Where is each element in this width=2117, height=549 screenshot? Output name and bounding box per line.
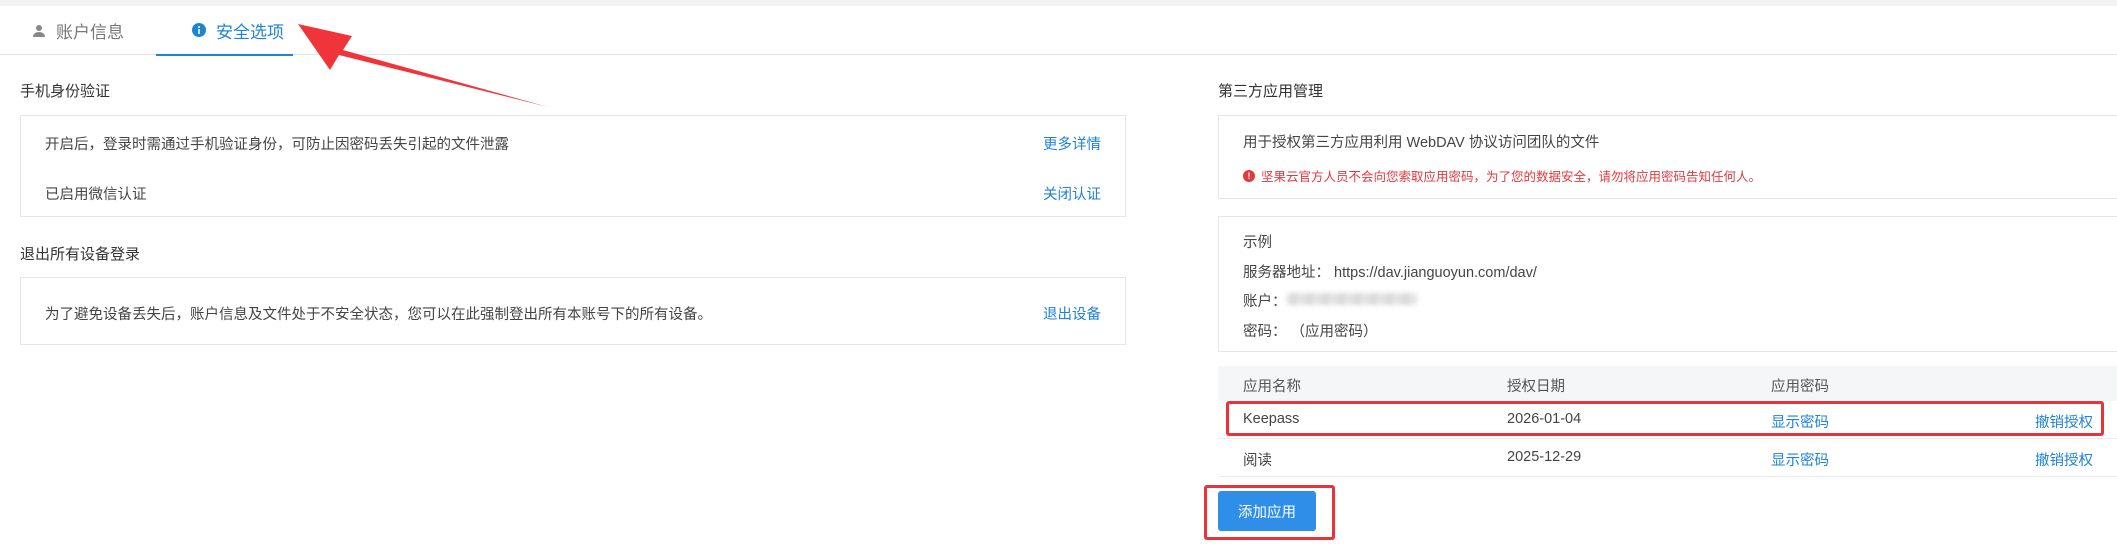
- server-address-label: 服务器地址：: [1243, 265, 1330, 281]
- column-app-password: 应用密码: [1771, 379, 1829, 395]
- phone-auth-description: 开启后，登录时需通过手机验证身份，可防止因密码丢失引起的文件泄露: [45, 137, 509, 153]
- security-warning-text: 坚果云官方人员不会向您索取应用密码，为了您的数据安全，请勿将应用密码告知任何人。: [1261, 170, 1762, 184]
- logout-devices-title: 退出所有设备登录: [20, 246, 141, 263]
- user-icon: [32, 24, 46, 38]
- example-heading: 示例: [1243, 235, 1272, 251]
- tab-account-label: 账户信息: [56, 23, 124, 42]
- close-auth-link[interactable]: 关闭认证: [1043, 183, 1101, 204]
- logout-devices-description: 为了避免设备丢失后，账户信息及文件处于不安全状态，您可以在此强制登出所有本账号下…: [45, 307, 712, 323]
- add-app-button[interactable]: 添加应用: [1218, 491, 1316, 531]
- revoke-auth-link[interactable]: 撤销授权: [2035, 411, 2093, 432]
- show-password-link[interactable]: 显示密码: [1771, 449, 1829, 470]
- warning-icon: !: [1243, 169, 1255, 182]
- third-party-title: 第三方应用管理: [1218, 83, 1324, 100]
- revoke-auth-link[interactable]: 撤销授权: [2035, 449, 2093, 470]
- info-icon: [192, 23, 206, 37]
- security-warning: ! 坚果云官方人员不会向您索取应用密码，为了您的数据安全，请勿将应用密码告知任何…: [1243, 166, 1761, 185]
- server-address-row: 服务器地址： https://dav.jianguoyun.com/dav/: [1243, 261, 1537, 282]
- column-auth-date: 授权日期: [1507, 379, 1565, 395]
- server-address-value: https://dav.jianguoyun.com/dav/: [1334, 265, 1537, 281]
- apps-table-header: 应用名称 授权日期 应用密码: [1218, 366, 2117, 401]
- auth-date: 2026-01-04: [1507, 411, 1582, 427]
- phone-auth-panel: 开启后，登录时需通过手机验证身份，可防止因密码丢失引起的文件泄露 更多详情 已启…: [20, 115, 1126, 217]
- tab-security-label: 安全选项: [216, 22, 284, 42]
- tab-account-info[interactable]: 账户信息: [32, 6, 124, 55]
- table-row: Keepass 2026-01-04 显示密码 撤销授权: [1218, 401, 2117, 439]
- phone-auth-title: 手机身份验证: [20, 83, 111, 100]
- tab-security-options[interactable]: 安全选项: [156, 6, 293, 56]
- more-details-link[interactable]: 更多详情: [1043, 133, 1101, 154]
- app-name: 阅读: [1243, 453, 1272, 469]
- phone-auth-status: 已启用微信认证: [45, 187, 147, 203]
- third-party-description: 用于授权第三方应用利用 WebDAV 协议访问团队的文件: [1243, 135, 1600, 151]
- account-value-redacted: [1287, 293, 1417, 305]
- app-name: Keepass: [1243, 411, 1300, 427]
- auth-date: 2025-12-29: [1507, 449, 1582, 465]
- show-password-link[interactable]: 显示密码: [1771, 411, 1829, 432]
- logout-devices-panel: 为了避免设备丢失后，账户信息及文件处于不安全状态，您可以在此强制登出所有本账号下…: [20, 277, 1126, 345]
- table-row: 阅读 2025-12-29 显示密码 撤销授权: [1218, 439, 2117, 477]
- password-label: 密码：: [1243, 324, 1287, 340]
- column-app-name: 应用名称: [1243, 379, 1301, 395]
- password-value: （应用密码）: [1290, 324, 1378, 340]
- third-party-info-panel: 用于授权第三方应用利用 WebDAV 协议访问团队的文件 ! 坚果云官方人员不会…: [1218, 115, 2117, 199]
- password-row: 密码： （应用密码）: [1243, 320, 1378, 341]
- account-label: 账户：: [1243, 294, 1287, 310]
- tab-bar: 账户信息 安全选项: [0, 6, 2117, 56]
- logout-devices-link[interactable]: 退出设备: [1043, 303, 1101, 324]
- example-panel: 示例 服务器地址： https://dav.jianguoyun.com/dav…: [1218, 216, 2117, 352]
